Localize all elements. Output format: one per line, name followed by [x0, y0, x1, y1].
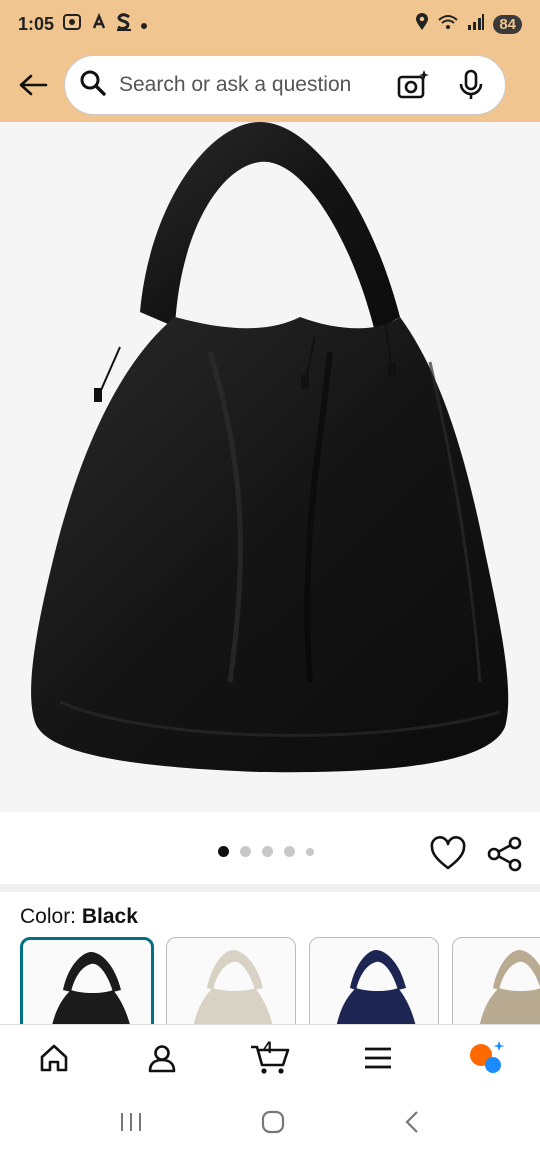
screenshot-icon — [62, 13, 82, 36]
system-navigation — [0, 1090, 540, 1158]
carousel-dot[interactable] — [284, 846, 295, 857]
swatch-khaki[interactable] — [452, 937, 540, 1025]
heart-icon — [430, 836, 466, 870]
camera-search-button[interactable] — [393, 65, 433, 105]
color-label: Color: Black — [20, 905, 138, 929]
account-icon — [148, 1044, 176, 1072]
camera-sparkle-icon — [397, 70, 429, 99]
carousel-dots[interactable] — [218, 846, 314, 857]
share-icon — [487, 836, 522, 872]
beige-bag-thumbnail — [193, 950, 273, 1025]
search-header: Search or ask a question — [0, 48, 540, 122]
bottom-navigation: 4 — [0, 1024, 540, 1090]
selected-color: Black — [81, 905, 138, 928]
swatch-black[interactable] — [20, 937, 154, 1025]
nav-cart[interactable]: 4 — [240, 1033, 300, 1083]
status-bar: 1:05 84 — [0, 0, 540, 48]
navy-bag-thumbnail — [336, 950, 416, 1025]
cart-count: 4 — [263, 1037, 273, 1057]
app-s-icon — [116, 12, 132, 36]
back-system-button[interactable] — [402, 1110, 422, 1139]
home-icon — [40, 1044, 68, 1071]
search-bar[interactable]: Search or ask a question — [64, 55, 506, 115]
home-circle-icon — [261, 1110, 285, 1133]
add-to-wishlist-button[interactable] — [428, 834, 468, 874]
wifi-icon — [437, 13, 459, 36]
menu-icon — [365, 1047, 391, 1068]
recent-apps-button[interactable] — [118, 1111, 144, 1138]
dot-indicator-icon — [140, 14, 148, 35]
carousel-dot[interactable] — [262, 846, 273, 857]
recents-icon — [121, 1112, 141, 1131]
swatch-navy[interactable] — [309, 937, 439, 1025]
carousel-dot[interactable] — [306, 847, 314, 856]
back-button[interactable] — [16, 68, 50, 102]
carousel-dot[interactable] — [240, 846, 251, 857]
nav-menu[interactable] — [348, 1033, 408, 1083]
status-right: 84 — [415, 12, 522, 36]
nav-home[interactable] — [24, 1033, 84, 1083]
microphone-icon — [459, 69, 483, 99]
carousel-dot[interactable] — [218, 846, 229, 857]
battery-level: 84 — [493, 14, 522, 34]
nav-account[interactable] — [132, 1033, 192, 1083]
khaki-bag-thumbnail — [479, 950, 540, 1025]
rufus-assistant-icon — [470, 1040, 505, 1073]
section-divider — [0, 884, 540, 892]
cell-signal-icon — [467, 13, 485, 36]
image-controls — [0, 812, 540, 884]
search-icon — [79, 69, 107, 102]
color-prefix: Color: — [20, 905, 82, 928]
voice-search-button[interactable] — [451, 65, 491, 105]
location-icon — [415, 12, 429, 36]
back-arrow-icon — [19, 74, 48, 96]
status-time: 1:05 — [18, 13, 55, 34]
product-image[interactable] — [0, 122, 540, 812]
notification-icon — [90, 12, 108, 36]
status-left: 1:05 — [18, 12, 148, 36]
color-swatches — [20, 937, 540, 1025]
share-button[interactable] — [485, 834, 525, 874]
search-input[interactable]: Search or ask a question — [119, 73, 393, 97]
black-bag-thumbnail — [52, 952, 131, 1025]
nav-rufus[interactable] — [456, 1033, 516, 1083]
back-chevron-icon — [405, 1110, 418, 1133]
swatch-beige[interactable] — [166, 937, 296, 1025]
home-system-button[interactable] — [260, 1109, 286, 1140]
black-bag-image — [31, 122, 509, 773]
